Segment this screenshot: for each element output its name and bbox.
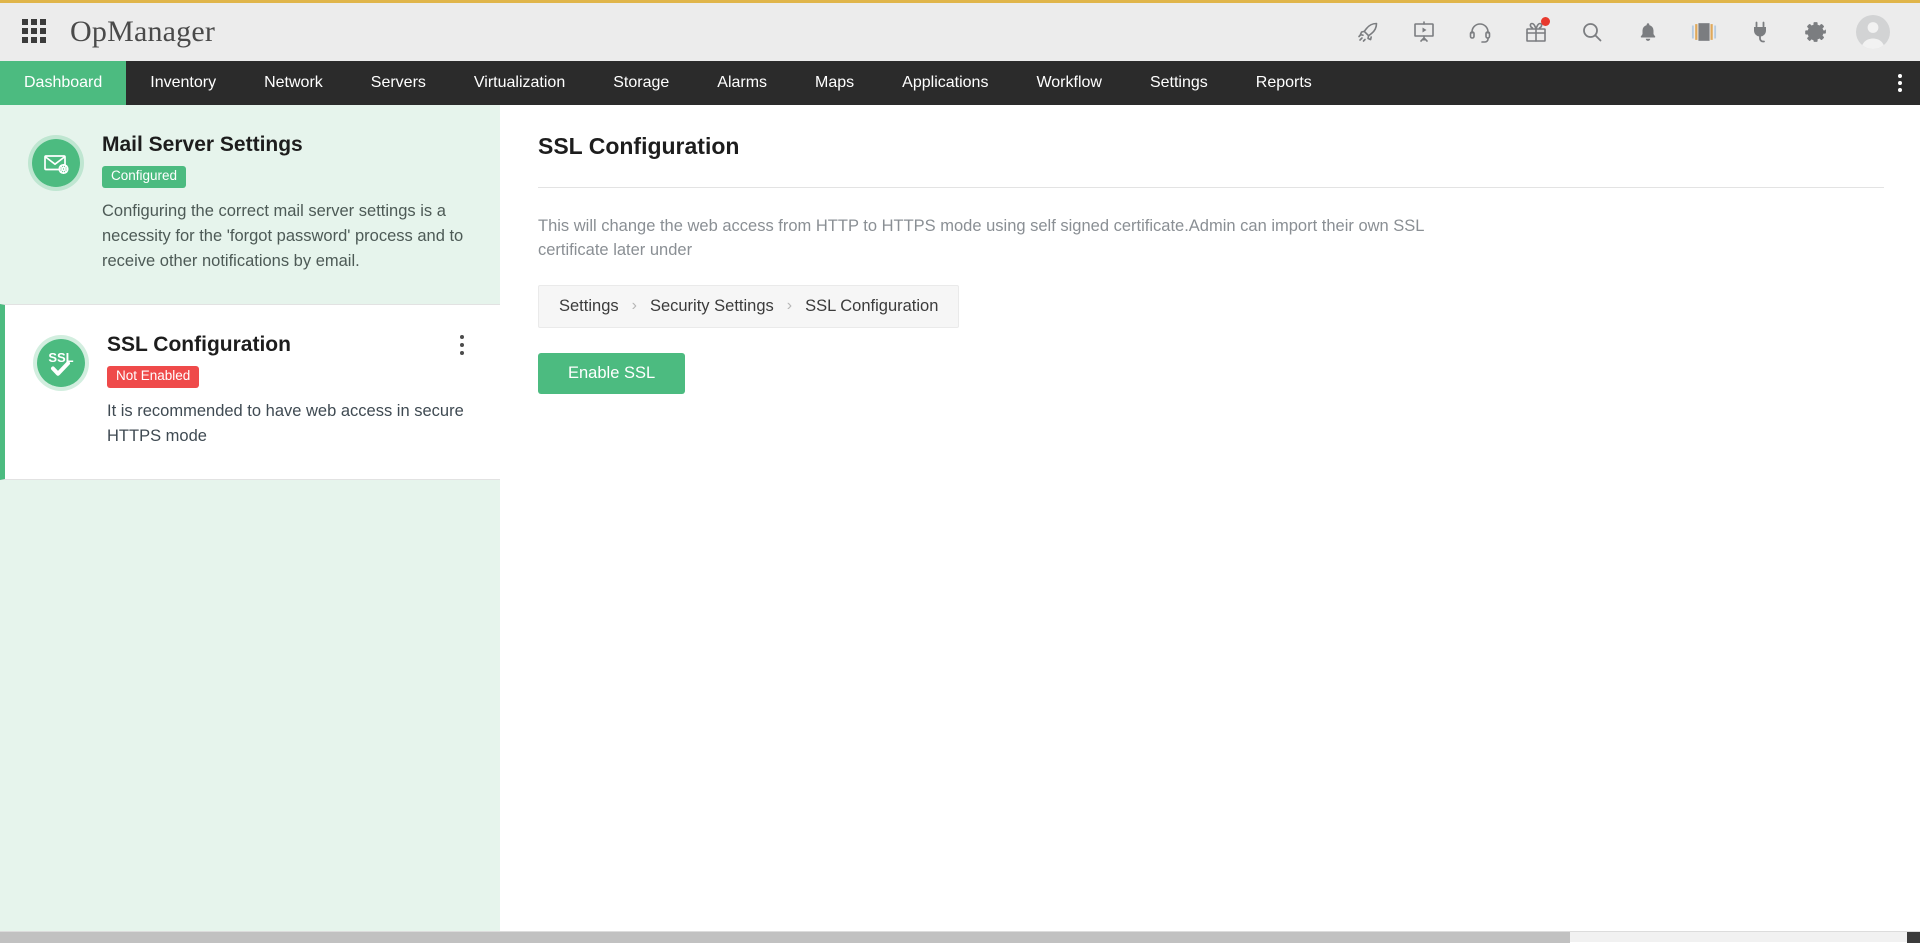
scroll-right-arrow[interactable] [1907,932,1920,943]
breadcrumb: Settings › Security Settings › SSL Confi… [538,285,959,328]
settings-card-sidebar: Mail Server Settings Configured Configur… [0,105,500,931]
app-title: OpManager [70,15,215,49]
title-divider [538,187,1884,188]
bell-icon[interactable] [1620,7,1676,57]
nav-item-servers[interactable]: Servers [347,61,450,105]
card-title: Mail Server Settings [102,133,303,157]
scrollbar-thumb[interactable] [0,932,1570,943]
nav-item-dashboard[interactable]: Dashboard [0,61,126,105]
breadcrumb-item-settings[interactable]: Settings [559,297,619,316]
horizontal-scrollbar[interactable] [0,931,1920,942]
plug-icon[interactable] [1732,7,1788,57]
nav-item-workflow[interactable]: Workflow [1012,61,1126,105]
mail-gear-icon [28,135,84,191]
gear-icon[interactable] [1788,7,1844,57]
chevron-right-icon: › [787,297,792,315]
card-overflow-menu-icon[interactable] [446,333,470,357]
nav-overflow-menu-icon[interactable] [1880,61,1920,105]
nav-item-inventory[interactable]: Inventory [126,61,240,105]
sidebar-card-ssl-configuration[interactable]: SSL SSL Configuration Not Enabled It is … [0,304,500,480]
nav-item-storage[interactable]: Storage [589,61,693,105]
gift-icon[interactable] [1508,7,1564,57]
nav-item-applications[interactable]: Applications [878,61,1012,105]
card-description: It is recommended to have web access in … [107,399,470,449]
rocket-icon[interactable] [1340,7,1396,57]
notification-badge-dot [1541,17,1550,26]
header-icon-group [1340,7,1902,57]
card-title: SSL Configuration [107,333,291,357]
nav-item-alarms[interactable]: Alarms [693,61,791,105]
sidebar-card-mail-server-settings[interactable]: Mail Server Settings Configured Configur… [0,105,500,304]
slideshow-icon[interactable] [1676,7,1732,57]
headset-icon[interactable] [1452,7,1508,57]
status-badge: Not Enabled [107,366,199,388]
search-icon[interactable] [1564,7,1620,57]
status-badge: Configured [102,166,186,188]
breadcrumb-item-security-settings[interactable]: Security Settings [650,297,774,316]
ssl-check-icon: SSL [33,335,89,391]
breadcrumb-item-ssl-configuration[interactable]: SSL Configuration [805,297,938,316]
nav-item-virtualization[interactable]: Virtualization [450,61,589,105]
chevron-right-icon: › [632,297,637,315]
nav-item-settings[interactable]: Settings [1126,61,1232,105]
enable-ssl-button[interactable]: Enable SSL [538,353,685,394]
main-navigation-bar: Dashboard Inventory Network Servers Virt… [0,61,1920,105]
nav-item-reports[interactable]: Reports [1232,61,1336,105]
page-title: SSL Configuration [538,133,1884,160]
avatar[interactable] [1844,7,1902,57]
nav-item-maps[interactable]: Maps [791,61,878,105]
presentation-icon[interactable] [1396,7,1452,57]
page-description: This will change the web access from HTT… [538,214,1438,263]
app-grid-icon[interactable] [22,19,48,45]
main-content-panel: SSL Configuration This will change the w… [500,105,1920,931]
card-description: Configuring the correct mail server sett… [102,199,470,274]
top-header-bar: OpManager [0,0,1920,61]
nav-item-network[interactable]: Network [240,61,347,105]
